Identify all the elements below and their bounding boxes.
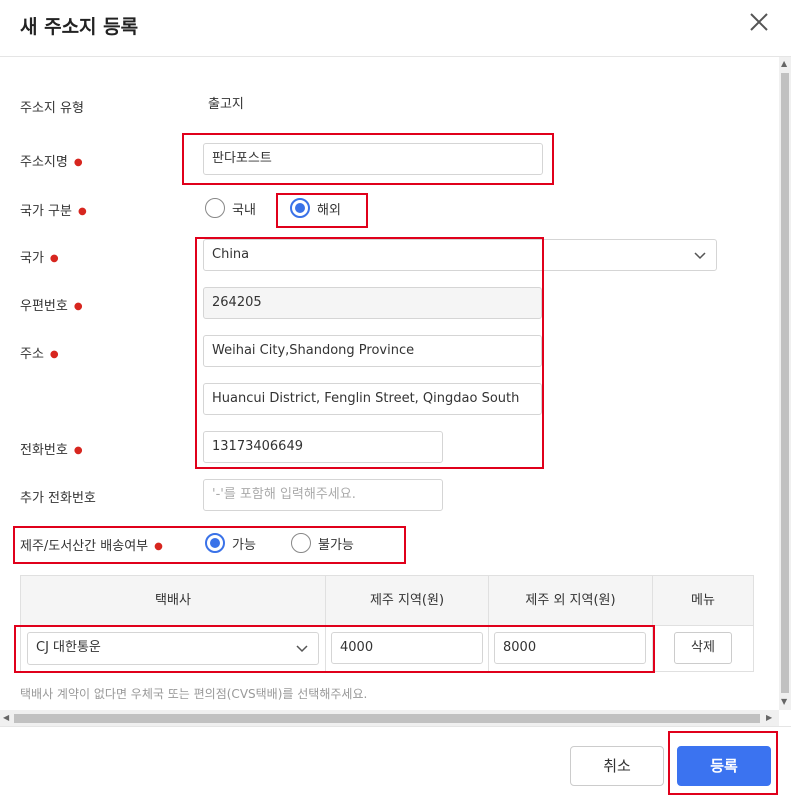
table-header-courier: 택배사 — [20, 575, 325, 626]
highlight-box-jeju-delivery — [13, 526, 406, 564]
vertical-scroll-thumb[interactable] — [781, 73, 789, 693]
dialog-body: 주소지 유형 출고지 주소지명 ● 판다포스트 국가 구분 ● 국내 해외 국가 ● … — [0, 57, 779, 710]
address-type-label: 주소지 유형 — [20, 101, 84, 116]
scroll-down-arrow-icon[interactable]: ▼ — [781, 698, 787, 706]
required-dot: ● — [77, 206, 87, 217]
cancel-button[interactable]: 취소 — [570, 746, 664, 786]
dialog-header: 새 주소지 등록 — [0, 0, 791, 57]
extra-phone-input[interactable]: '-'를 포함해 입력해주세요. — [203, 479, 443, 511]
table-header-menu: 메뉴 — [652, 575, 754, 626]
scroll-up-arrow-icon[interactable]: ▲ — [781, 60, 787, 68]
scroll-left-arrow-icon[interactable]: ◀ — [3, 714, 9, 722]
table-header-non-jeju-fee: 제주 외 지역(원) — [488, 575, 652, 626]
postal-code-label: 우편번호 ● — [20, 299, 83, 314]
required-dot: ● — [73, 157, 83, 168]
vertical-scrollbar[interactable]: ▲ ▼ — [779, 57, 791, 710]
highlight-box-overseas — [276, 193, 368, 228]
chevron-down-icon — [694, 252, 706, 260]
required-dot: ● — [73, 301, 83, 312]
dialog-title: 새 주소지 등록 — [20, 16, 139, 38]
required-dot: ● — [49, 349, 59, 360]
extra-phone-label: 추가 전화번호 — [20, 491, 96, 506]
required-dot: ● — [49, 253, 59, 264]
highlight-box-address-name — [182, 133, 554, 185]
address-label: 주소 ● — [20, 347, 59, 362]
country-label: 국가 ● — [20, 251, 59, 266]
horizontal-scroll-thumb[interactable] — [14, 714, 760, 723]
highlight-box-courier-row — [14, 625, 655, 673]
horizontal-scrollbar[interactable]: ◀ ▶ — [0, 710, 779, 726]
table-header-jeju-fee: 제주 지역(원) — [325, 575, 488, 626]
phone-label: 전화번호 ● — [20, 443, 83, 458]
scroll-right-arrow-icon[interactable]: ▶ — [766, 714, 772, 722]
radio-domestic[interactable]: 국내 — [205, 198, 256, 218]
table-cell-menu: 삭제 — [652, 626, 754, 672]
courier-hint: 택배사 계약이 없다면 우체국 또는 편의점(CVS택배)를 선택해주세요. — [20, 687, 368, 701]
dialog-footer: 취소 등록 — [0, 726, 791, 796]
country-type-label: 국가 구분 ● — [20, 204, 87, 219]
highlight-box-address-block — [195, 237, 544, 469]
delete-button[interactable]: 삭제 — [674, 632, 732, 664]
address-name-label: 주소지명 ● — [20, 155, 83, 170]
highlight-box-submit — [668, 731, 778, 795]
radio-domestic-label: 국내 — [232, 202, 256, 218]
required-dot: ● — [73, 445, 83, 456]
address-type-value: 출고지 — [208, 97, 244, 112]
radio-circle-unchecked — [205, 198, 225, 218]
close-icon[interactable] — [747, 10, 771, 34]
